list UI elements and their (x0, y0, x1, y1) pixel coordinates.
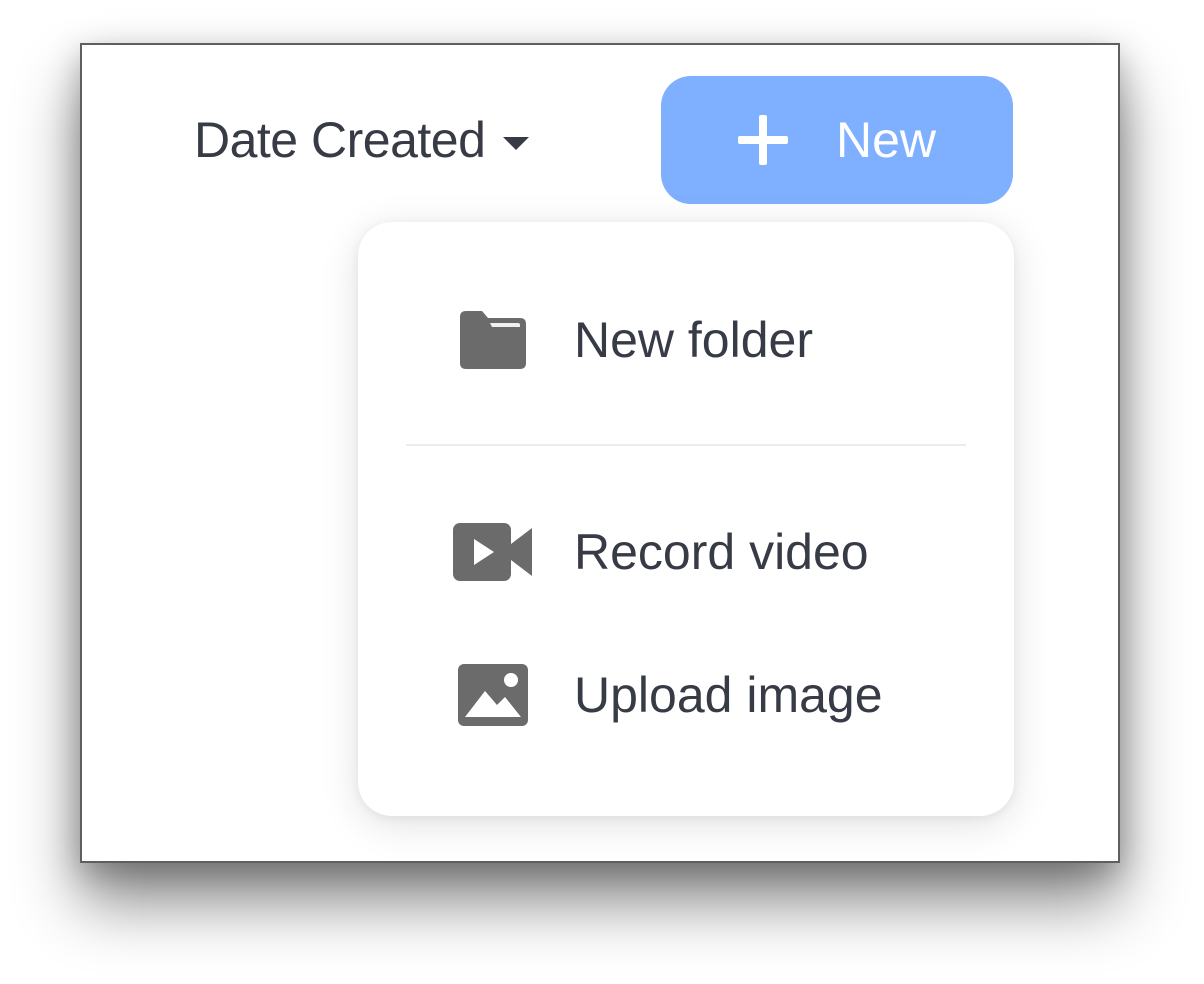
menu-item-label: New folder (574, 312, 813, 368)
plus-icon (737, 115, 788, 165)
new-button[interactable]: New (661, 76, 1013, 204)
sort-dropdown-label: Date Created (194, 112, 486, 168)
menu-item-new-folder[interactable]: New folder (358, 290, 1014, 390)
new-dropdown-menu: New folder Record video Upload image (358, 222, 1014, 816)
folder-icon (452, 309, 534, 371)
caret-down-icon (503, 136, 530, 150)
image-icon (452, 663, 534, 727)
menu-item-upload-image[interactable]: Upload image (358, 645, 1014, 745)
menu-divider (406, 444, 966, 446)
new-button-label: New (835, 112, 937, 168)
app-window: Date Created New New folder Record video… (80, 43, 1120, 863)
menu-item-label: Record video (574, 524, 869, 580)
menu-item-record-video[interactable]: Record video (358, 502, 1014, 602)
video-camera-icon (452, 522, 534, 582)
menu-item-label: Upload image (574, 667, 883, 723)
sort-dropdown[interactable]: Date Created (194, 105, 530, 175)
